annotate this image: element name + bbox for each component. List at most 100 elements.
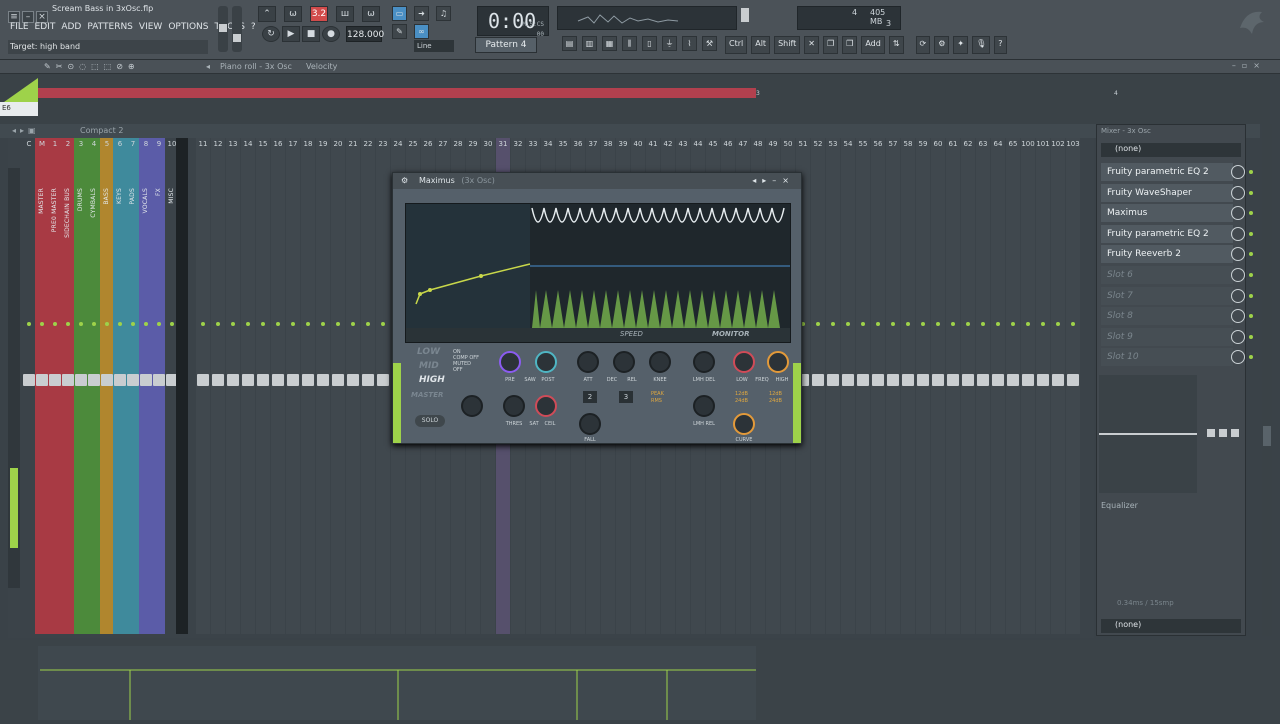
track-fader[interactable] bbox=[140, 374, 152, 386]
effect-slot[interactable]: Slot 6 bbox=[1101, 266, 1253, 284]
insert-fader[interactable] bbox=[287, 374, 299, 386]
band-low[interactable]: LOW bbox=[417, 347, 440, 357]
mixer-insert[interactable]: 23 bbox=[376, 138, 390, 634]
slot-mix-knob[interactable] bbox=[1231, 165, 1245, 179]
mixer-insert[interactable]: 103 bbox=[1066, 138, 1080, 634]
band-master[interactable]: MASTER bbox=[411, 391, 443, 399]
insert-fader[interactable] bbox=[1052, 374, 1064, 386]
insert-fader[interactable] bbox=[362, 374, 374, 386]
menu-add[interactable]: ADD bbox=[61, 22, 81, 36]
mixer-insert[interactable]: 101 bbox=[1036, 138, 1050, 634]
monitor-label[interactable]: MONITOR bbox=[712, 330, 750, 338]
insert-fader[interactable] bbox=[212, 374, 224, 386]
insert-fader[interactable] bbox=[377, 374, 389, 386]
slot-mix-knob[interactable] bbox=[1231, 206, 1245, 221]
curve-knob[interactable] bbox=[733, 413, 755, 435]
slope-low-24[interactable]: 24dB bbox=[735, 398, 748, 405]
mixer-insert[interactable]: 62 bbox=[961, 138, 975, 634]
mixer-menu-icon[interactable]: ◂▸▣ bbox=[12, 126, 40, 135]
window-controls-icon[interactable]: –▫× bbox=[1232, 61, 1266, 70]
browser-icon[interactable]: ▯ bbox=[642, 36, 657, 51]
track-led-icon[interactable] bbox=[118, 322, 122, 326]
solo-button[interactable]: SOLO bbox=[415, 415, 445, 427]
help-icon[interactable]: ? bbox=[994, 36, 1007, 54]
tempo-slider-handle[interactable] bbox=[741, 8, 749, 22]
output-select[interactable]: (none) bbox=[1101, 619, 1241, 633]
insert-fader[interactable] bbox=[302, 374, 314, 386]
effect-slot[interactable]: Maximus bbox=[1101, 204, 1253, 223]
insert-fader[interactable] bbox=[347, 374, 359, 386]
insert-led-icon[interactable] bbox=[1011, 322, 1015, 326]
insert-fader[interactable] bbox=[1022, 374, 1034, 386]
slot-mix-knob[interactable] bbox=[1231, 309, 1245, 324]
lh-value-high[interactable]: 3 bbox=[619, 391, 633, 403]
mixer-insert[interactable]: 12 bbox=[211, 138, 225, 634]
mixer-track[interactable]: 3 DRUMS bbox=[74, 138, 88, 634]
playlist-icon[interactable]: ▤ bbox=[562, 36, 577, 51]
piano-roll-icon[interactable]: ▥ bbox=[582, 36, 597, 51]
track-fader[interactable] bbox=[23, 374, 35, 386]
song-mode-icon[interactable]: ↻ bbox=[262, 26, 280, 42]
stop-icon[interactable]: ■ bbox=[302, 26, 320, 42]
insert-led-icon[interactable] bbox=[846, 322, 850, 326]
insert-led-icon[interactable] bbox=[951, 322, 955, 326]
slot-enable-led-icon[interactable] bbox=[1249, 231, 1253, 236]
insert-fader[interactable] bbox=[1007, 374, 1019, 386]
insert-led-icon[interactable] bbox=[996, 322, 1000, 326]
play-icon[interactable]: ▶ bbox=[282, 26, 300, 42]
metronome-icon[interactable]: ш bbox=[336, 6, 354, 22]
mixer-insert[interactable]: 15 bbox=[256, 138, 270, 634]
insert-led-icon[interactable] bbox=[351, 322, 355, 326]
audio-icon[interactable]: ♫ bbox=[436, 6, 451, 21]
channel-rack-icon[interactable]: ▦ bbox=[602, 36, 617, 51]
master-pitch-slider[interactable] bbox=[232, 6, 242, 52]
low-freq-knob[interactable] bbox=[733, 351, 755, 373]
copy-icon[interactable]: ❐ bbox=[822, 36, 839, 54]
effect-slot[interactable]: Slot 8 bbox=[1101, 307, 1253, 326]
record-icon[interactable]: ● bbox=[322, 26, 340, 42]
effect-slot[interactable]: Fruity parametric EQ 2 bbox=[1101, 163, 1253, 181]
mixer-insert[interactable]: 11 bbox=[196, 138, 210, 634]
lmh-release-knob[interactable] bbox=[693, 395, 715, 417]
typing-keyboard-icon[interactable]: ▭ bbox=[392, 6, 407, 21]
insert-led-icon[interactable] bbox=[816, 322, 820, 326]
insert-led-icon[interactable] bbox=[306, 322, 310, 326]
track-fader[interactable] bbox=[127, 374, 139, 386]
slot-mix-knob[interactable] bbox=[1231, 268, 1245, 282]
insert-fader[interactable] bbox=[227, 374, 239, 386]
mixer-insert[interactable]: 16 bbox=[271, 138, 285, 634]
slot-mix-knob[interactable] bbox=[1231, 350, 1245, 365]
slot-enable-led-icon[interactable] bbox=[1249, 293, 1253, 298]
high-freq-knob[interactable] bbox=[767, 351, 789, 373]
insert-fader[interactable] bbox=[992, 374, 1004, 386]
effect-slot[interactable]: Fruity WaveShaper bbox=[1101, 183, 1253, 202]
insert-fader[interactable] bbox=[197, 374, 209, 386]
effect-slot[interactable]: Slot 9 bbox=[1101, 327, 1253, 346]
insert-led-icon[interactable] bbox=[321, 322, 325, 326]
mixer-insert[interactable]: 20 bbox=[331, 138, 345, 634]
vertical-scrollbar[interactable] bbox=[1262, 124, 1272, 636]
cpu-icon[interactable]: ⟳ bbox=[915, 36, 931, 54]
attack-knob[interactable] bbox=[577, 351, 599, 373]
mixer-insert[interactable]: 19 bbox=[316, 138, 330, 634]
insert-fader[interactable] bbox=[827, 374, 839, 386]
slot-mix-knob[interactable] bbox=[1231, 288, 1245, 303]
mixer-insert[interactable]: 57 bbox=[886, 138, 900, 634]
mixer-insert[interactable]: 18 bbox=[301, 138, 315, 634]
mixer-insert[interactable]: 58 bbox=[901, 138, 915, 634]
track-fader[interactable] bbox=[114, 374, 126, 386]
band-high[interactable]: HIGH bbox=[419, 375, 445, 385]
insert-led-icon[interactable] bbox=[1071, 322, 1075, 326]
add-button[interactable]: Add bbox=[861, 36, 885, 54]
slot-enable-led-icon[interactable] bbox=[1249, 355, 1253, 360]
menu-view[interactable]: VIEW bbox=[139, 22, 162, 36]
insert-fader[interactable] bbox=[1067, 374, 1079, 386]
insert-led-icon[interactable] bbox=[981, 322, 985, 326]
insert-fader[interactable] bbox=[857, 374, 869, 386]
snap-select[interactable]: Line bbox=[414, 40, 454, 52]
insert-led-icon[interactable] bbox=[861, 322, 865, 326]
pre-gain-knob[interactable] bbox=[499, 351, 521, 373]
speed-label[interactable]: SPEED bbox=[620, 330, 643, 338]
insert-fader[interactable] bbox=[902, 374, 914, 386]
insert-led-icon[interactable] bbox=[366, 322, 370, 326]
